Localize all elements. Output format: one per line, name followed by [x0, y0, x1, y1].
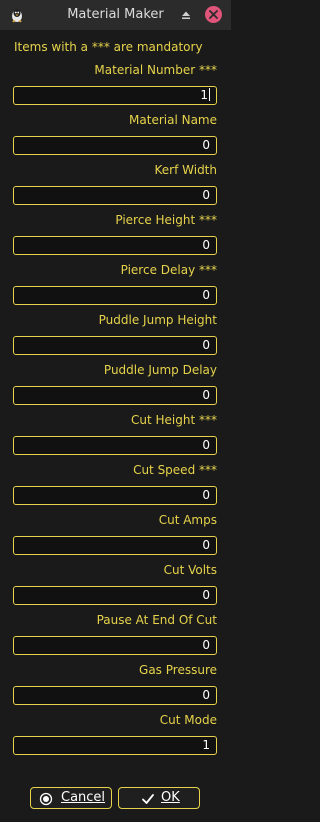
pierce-height-input[interactable]: 0 [13, 236, 217, 255]
material-name-input[interactable]: 0 [13, 136, 217, 155]
kerf-width-label: Kerf Width [154, 163, 218, 177]
cut-mode-input[interactable]: 1 [13, 736, 217, 755]
gas-pressure-input[interactable]: 0 [13, 686, 217, 705]
roll-up-icon[interactable] [180, 9, 192, 21]
cancel-button[interactable]: Cancel [30, 787, 112, 809]
ok-button-label: OK [161, 790, 180, 805]
text-caret [209, 88, 210, 101]
window-title: Material Maker [67, 7, 164, 22]
puddle-jump-height-label: Puddle Jump Height [98, 313, 217, 327]
pierce-delay-label: Pierce Delay *** [120, 263, 217, 277]
material-number-label: Material Number *** [94, 63, 217, 77]
material-name-label: Material Name [129, 113, 217, 127]
cut-speed-label: Cut Speed *** [133, 463, 217, 477]
pause-at-end-of-cut-input[interactable]: 0 [13, 636, 217, 655]
pause-at-end-of-cut-label: Pause At End Of Cut [96, 613, 217, 627]
pierce-height-label: Pierce Height *** [115, 213, 217, 227]
checkmark-icon [142, 794, 154, 804]
kerf-width-input[interactable]: 0 [13, 186, 217, 205]
puddle-jump-height-input[interactable]: 0 [13, 336, 217, 355]
puddle-jump-delay-input[interactable]: 0 [13, 386, 217, 405]
cut-mode-label: Cut Mode [159, 713, 217, 727]
ok-button[interactable]: OK [118, 787, 200, 809]
cut-volts-input[interactable]: 0 [13, 586, 217, 605]
material-number-input[interactable]: 1 [13, 86, 217, 105]
close-icon [209, 10, 218, 19]
pierce-delay-input[interactable]: 0 [13, 286, 217, 305]
cut-height-label: Cut Height *** [131, 413, 217, 427]
mandatory-note: Items with a *** are mandatory [14, 40, 203, 54]
cut-volts-label: Cut Volts [163, 563, 217, 577]
close-button[interactable] [205, 6, 222, 23]
title-bar[interactable]: Material Maker [0, 0, 231, 30]
gas-pressure-label: Gas Pressure [139, 663, 217, 677]
cut-speed-input[interactable]: 0 [13, 486, 217, 505]
cut-amps-label: Cut Amps [158, 513, 217, 527]
cut-amps-input[interactable]: 0 [13, 536, 217, 555]
cut-height-input[interactable]: 0 [13, 436, 217, 455]
material-maker-window: Material Maker Items with a *** are mand… [0, 0, 231, 822]
cancel-button-label: Cancel [61, 790, 106, 805]
radio-circle-icon [39, 792, 53, 806]
puddle-jump-delay-label: Puddle Jump Delay [103, 363, 217, 377]
